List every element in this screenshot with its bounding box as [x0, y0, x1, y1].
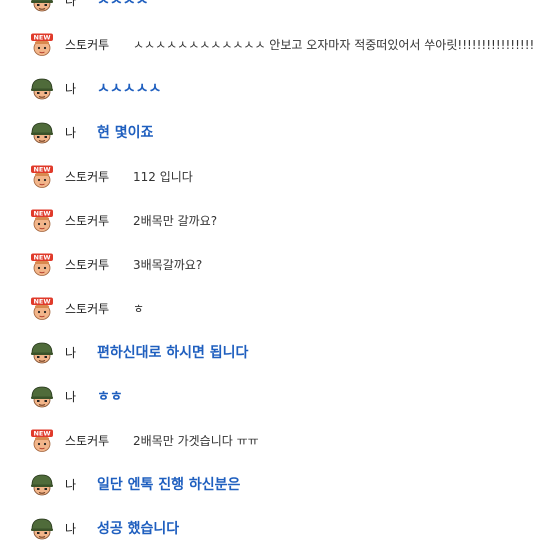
new-badge-label: NEW [33, 430, 50, 438]
chat-message-row: NEW 스토커투 ㅅㅅㅅㅅㅅㅅㅅㅅㅅㅅㅅㅅ 안보고 오자마자 적중떠있어서 쑤아릿!… [0, 28, 557, 72]
message-text: 2배목만 가겟습니다 ㅠㅠ [133, 434, 259, 448]
new-badge-face-icon: NEW [30, 209, 54, 233]
speaker-name: 스토커투 [65, 302, 110, 316]
chat-message-row: NEW 스토커투 ㅎ [0, 292, 557, 336]
new-badge-face-icon: NEW [30, 165, 54, 189]
chat-message-row: NEW 스토커투 2배목만 갈까요? [0, 204, 557, 248]
speaker-name: 나 [65, 390, 77, 404]
speaker-name: 스토커투 [65, 170, 110, 184]
speaker-name: 나 [65, 0, 77, 8]
soldier-helmet-icon [30, 385, 54, 409]
message-text: ㅎㅎ [97, 389, 123, 405]
soldier-helmet-icon [30, 77, 54, 101]
message-text: ㅎ [133, 302, 145, 316]
speaker-name: 나 [65, 522, 77, 536]
new-badge-face-icon: NEW [30, 253, 54, 277]
new-badge-face-icon: NEW [30, 297, 54, 321]
speaker-name: 스토커투 [65, 38, 110, 52]
chat-message-row: NEW 스토커투 2배목만 가겟습니다 ㅠㅠ [0, 424, 557, 468]
chat-message-row: 나 ㅅㅅㅅㅅ [0, 0, 557, 28]
speaker-name: 나 [65, 126, 77, 140]
soldier-helmet-icon [30, 121, 54, 145]
new-badge-label: NEW [33, 210, 50, 218]
message-text: 성공 했습니다 [97, 521, 180, 537]
soldier-helmet-icon [30, 473, 54, 497]
message-text: ㅅㅅㅅㅅ [97, 0, 149, 9]
new-badge-face-icon: NEW [30, 33, 54, 57]
speaker-name: 나 [65, 346, 77, 360]
speaker-name: 나 [65, 478, 77, 492]
soldier-helmet-icon [30, 517, 54, 541]
chat-message-row: 나 ㅅㅅㅅㅅㅅ [0, 72, 557, 116]
new-badge-label: NEW [33, 166, 50, 174]
new-badge-label: NEW [33, 298, 50, 306]
chat-message-row: 나 성공 했습니다 [0, 512, 557, 556]
soldier-helmet-icon [30, 341, 54, 365]
speaker-name: 스토커투 [65, 258, 110, 272]
chat-log: 나 ㅅㅅㅅㅅ NEW 스토커투 ㅅㅅㅅㅅㅅㅅㅅㅅㅅㅅㅅㅅ 안보고 오자마자 적중떠있어서… [0, 0, 557, 556]
chat-message-row: 나 편하신대로 하시면 됩니다 [0, 336, 557, 380]
speaker-name: 스토커투 [65, 434, 110, 448]
new-badge-label: NEW [33, 34, 50, 42]
speaker-name: 스토커투 [65, 214, 110, 228]
chat-message-row: 나 일단 엔톡 진행 하신분은 [0, 468, 557, 512]
message-text: 112 입니다 [133, 170, 193, 184]
message-text: 편하신대로 하시면 됩니다 [97, 345, 249, 361]
new-badge-face-icon: NEW [30, 429, 54, 453]
message-text: 일단 엔톡 진행 하신분은 [97, 477, 241, 493]
chat-message-row: 나 현 몇이죠 [0, 116, 557, 160]
speaker-name: 나 [65, 82, 77, 96]
chat-message-row: NEW 스토커투 3배목갈까요? [0, 248, 557, 292]
message-text: 2배목만 갈까요? [133, 214, 218, 228]
message-text: 현 몇이죠 [97, 125, 154, 141]
new-badge-label: NEW [33, 254, 50, 262]
message-text: 3배목갈까요? [133, 258, 203, 272]
soldier-helmet-icon [30, 0, 54, 13]
message-text: ㅅㅅㅅㅅㅅ [97, 81, 162, 97]
chat-message-row: NEW 스토커투 112 입니다 [0, 160, 557, 204]
chat-message-row: 나 ㅎㅎ [0, 380, 557, 424]
message-text: ㅅㅅㅅㅅㅅㅅㅅㅅㅅㅅㅅㅅ 안보고 오자마자 적중떠있어서 쑤아릿!!!!!!!!… [133, 38, 535, 52]
